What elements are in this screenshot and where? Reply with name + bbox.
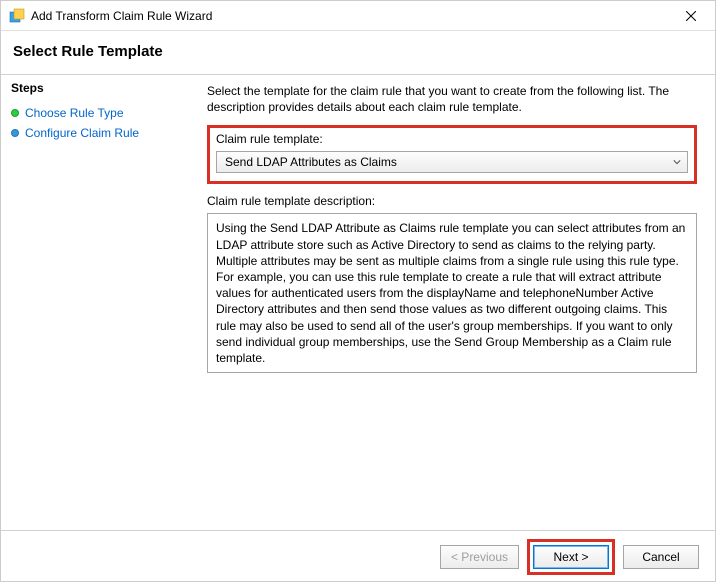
footer-buttons: < Previous Next > Cancel: [1, 530, 715, 582]
next-button[interactable]: Next >: [533, 545, 609, 569]
window-title: Add Transform Claim Rule Wizard: [31, 9, 671, 23]
titlebar: Add Transform Claim Rule Wizard: [1, 1, 715, 31]
main-panel: Select the template for the claim rule t…: [197, 75, 715, 530]
steps-title: Steps: [11, 81, 187, 95]
step-bullet-inactive-icon: [11, 129, 19, 137]
close-button[interactable]: [671, 2, 711, 30]
page-heading: Select Rule Template: [1, 31, 715, 74]
step-configure-claim-rule[interactable]: Configure Claim Rule: [11, 123, 187, 143]
description-label: Claim rule template description:: [207, 194, 697, 208]
cancel-button[interactable]: Cancel: [623, 545, 699, 569]
description-box: Using the Send LDAP Attribute as Claims …: [207, 213, 697, 373]
step-choose-rule-type[interactable]: Choose Rule Type: [11, 103, 187, 123]
dropdown-value: Send LDAP Attributes as Claims: [225, 155, 397, 169]
template-label: Claim rule template:: [216, 132, 688, 146]
step-label: Configure Claim Rule: [25, 126, 139, 140]
close-icon: [686, 11, 696, 21]
wizard-icon: [9, 8, 25, 24]
next-highlight: Next >: [527, 539, 615, 575]
previous-button: < Previous: [440, 545, 519, 569]
step-bullet-active-icon: [11, 109, 19, 117]
template-highlight: Claim rule template: Send LDAP Attribute…: [207, 125, 697, 184]
step-label: Choose Rule Type: [25, 106, 124, 120]
wizard-body: Steps Choose Rule Type Configure Claim R…: [1, 75, 715, 530]
intro-text: Select the template for the claim rule t…: [207, 83, 697, 115]
chevron-down-icon: [673, 155, 681, 169]
claim-rule-template-dropdown[interactable]: Send LDAP Attributes as Claims: [216, 151, 688, 173]
steps-sidebar: Steps Choose Rule Type Configure Claim R…: [1, 75, 197, 530]
